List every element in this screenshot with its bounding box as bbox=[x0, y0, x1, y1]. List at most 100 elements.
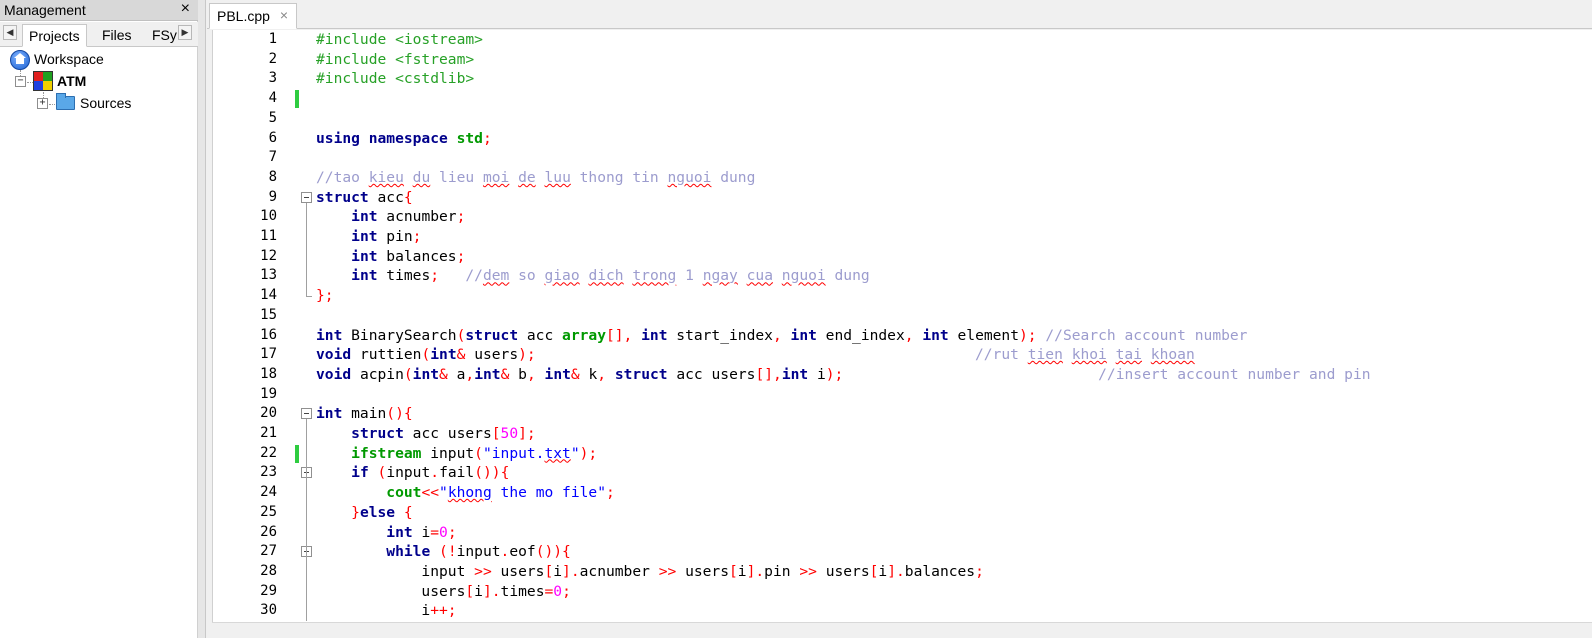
code-token: ++; bbox=[430, 602, 457, 620]
panel-splitter[interactable] bbox=[198, 0, 206, 638]
horizontal-scrollbar[interactable] bbox=[212, 622, 1592, 638]
code-token: [ bbox=[491, 425, 501, 442]
code-token: int bbox=[412, 365, 440, 383]
code-token: ; bbox=[456, 247, 466, 265]
code-token: acc users bbox=[403, 425, 492, 442]
code-line: int times; //dem so giao dich trong 1 ng… bbox=[316, 266, 870, 286]
fold-minus-icon[interactable] bbox=[301, 408, 312, 420]
tree-item-project-atm[interactable]: ATM bbox=[57, 70, 86, 92]
code-token: if bbox=[351, 464, 369, 482]
code-token: tien bbox=[1027, 346, 1063, 364]
tab-pbl-cpp[interactable]: PBL.cpp × bbox=[209, 3, 297, 29]
code-editor[interactable]: 1 2 3 4 5 6 7 8 9 10 11 12 13 14 15 16 17 18 19 20 21 22 23 24 2… bbox=[212, 30, 1592, 638]
file-tab-close-icon[interactable]: × bbox=[280, 7, 288, 23]
code-token: ; bbox=[412, 228, 422, 245]
code-token: eof bbox=[509, 543, 536, 561]
code-token: 1 bbox=[676, 267, 703, 285]
fold-minus-icon[interactable] bbox=[301, 191, 312, 203]
code-token: ; bbox=[456, 208, 466, 226]
code-token: //rut bbox=[975, 346, 1028, 364]
code-token: i bbox=[878, 562, 888, 580]
line-number: 17 bbox=[260, 346, 277, 363]
tree-item-sources[interactable]: Sources bbox=[80, 92, 131, 114]
code-token: input bbox=[421, 444, 475, 462]
code-token: luu bbox=[544, 168, 571, 186]
code-line: #include <cstdlib> bbox=[316, 69, 474, 89]
code-line: struct acc users[50]; bbox=[316, 424, 536, 444]
code-token: txt bbox=[544, 444, 571, 462]
code-token: b bbox=[509, 365, 527, 383]
code-token: { bbox=[403, 503, 413, 521]
line-number: 8 bbox=[268, 168, 277, 185]
code-token: trong bbox=[632, 267, 677, 285]
code-token: "input. bbox=[482, 444, 545, 462]
code-token: ]. bbox=[562, 562, 580, 580]
code-token: a bbox=[447, 365, 466, 383]
tree-expand-sources-icon[interactable]: + bbox=[37, 98, 48, 109]
code-token: [ bbox=[544, 562, 554, 580]
tree-item-workspace[interactable]: Workspace bbox=[34, 48, 104, 70]
line-number: 16 bbox=[260, 326, 277, 343]
code-token: element bbox=[948, 326, 1020, 344]
code-token: void bbox=[316, 346, 352, 364]
code-token: #include <iostream> bbox=[316, 31, 483, 48]
tab-scroll-left-icon[interactable]: ◀ bbox=[3, 25, 17, 40]
code-token: giao bbox=[544, 267, 580, 285]
fold-guide-end bbox=[306, 296, 312, 298]
code-line: void ruttien(int& users); //rut tien kho… bbox=[316, 345, 1195, 365]
code-token: users bbox=[465, 346, 519, 364]
code-token: = bbox=[430, 523, 440, 541]
code-token: cout bbox=[386, 484, 422, 502]
code-token: ); bbox=[825, 365, 844, 383]
code-token: 50 bbox=[500, 425, 519, 442]
code-token: int bbox=[781, 365, 809, 383]
code-token: times bbox=[500, 582, 545, 600]
tree-collapse-atm-icon[interactable]: − bbox=[15, 76, 26, 87]
code-line: }else { bbox=[316, 503, 413, 523]
code-token: du bbox=[412, 168, 431, 186]
line-number: 3 bbox=[268, 70, 277, 87]
management-title-bar: Management × bbox=[0, 0, 198, 21]
code-token: int bbox=[351, 208, 378, 226]
code-token: 0 bbox=[439, 523, 448, 541]
line-number: 15 bbox=[260, 306, 277, 323]
code-token: ; bbox=[562, 582, 571, 600]
workspace-home-icon bbox=[10, 50, 30, 70]
tab-scroll-right-icon[interactable]: ▶ bbox=[178, 25, 192, 40]
code-token: ()){ bbox=[474, 464, 510, 482]
code-token: BinarySearch bbox=[342, 326, 457, 344]
line-number: 26 bbox=[260, 523, 277, 540]
code-token: ]. bbox=[482, 582, 501, 600]
tab-projects[interactable]: Projects bbox=[22, 24, 87, 47]
code-token: ; bbox=[482, 129, 492, 147]
line-number: 7 bbox=[268, 149, 277, 166]
code-token: ); bbox=[518, 346, 536, 364]
code-token: struct bbox=[614, 365, 668, 383]
code-token: else bbox=[359, 503, 396, 521]
code-token: ( bbox=[421, 346, 431, 364]
code-line: struct acc{ bbox=[316, 188, 413, 208]
code-token: , bbox=[904, 326, 914, 344]
code-token: . bbox=[430, 464, 440, 482]
code-token: ; bbox=[447, 523, 457, 541]
line-number: 9 bbox=[268, 188, 277, 205]
code-token: input bbox=[316, 562, 475, 580]
code-token: i bbox=[316, 602, 431, 620]
management-close-icon[interactable]: × bbox=[181, 0, 190, 18]
code-token: khong bbox=[447, 484, 492, 502]
code-token: dung bbox=[825, 267, 870, 285]
code-token: , bbox=[526, 365, 536, 383]
code-token: 0 bbox=[553, 582, 563, 600]
code-token: start_index bbox=[667, 326, 773, 344]
tab-files[interactable]: Files bbox=[96, 24, 138, 47]
line-number: 25 bbox=[260, 503, 277, 520]
